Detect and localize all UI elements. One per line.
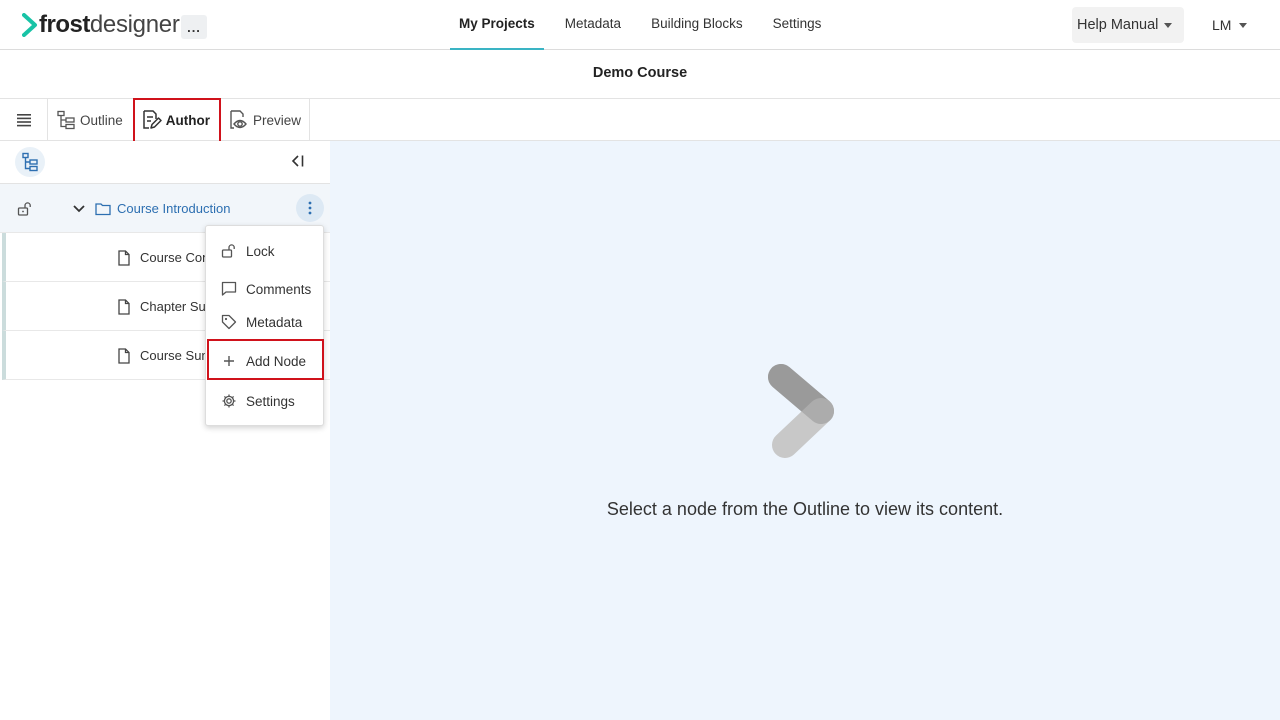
- document-icon: [118, 348, 130, 364]
- outline-node-label[interactable]: Course Sum: [140, 348, 212, 363]
- node-options-button[interactable]: [296, 194, 324, 222]
- caret-down-icon: [1164, 22, 1173, 28]
- menu-item-metadata[interactable]: Metadata: [206, 307, 325, 337]
- outline-panel-header: [0, 141, 330, 184]
- hamburger-menu-button[interactable]: [0, 99, 48, 141]
- collapse-panel-button[interactable]: [290, 153, 306, 174]
- help-manual-label: Help Manual: [1077, 17, 1159, 33]
- nav-metadata[interactable]: Metadata: [556, 0, 630, 50]
- preview-eye-icon: [230, 110, 247, 129]
- course-title: Demo Course: [592, 65, 688, 81]
- user-initials: LM: [1212, 17, 1232, 33]
- frost-logo-mark-icon: [22, 13, 37, 37]
- frost-designer-logo[interactable]: frost designer: [22, 11, 180, 39]
- outline-node-label[interactable]: Course Cont: [140, 250, 213, 265]
- tab-outline[interactable]: Outline: [48, 99, 131, 141]
- menu-item-lock[interactable]: Lock: [206, 236, 325, 266]
- folder-icon: [95, 203, 111, 216]
- tree-view-icon: [22, 152, 38, 172]
- tab-outline-label: Outline: [80, 112, 123, 128]
- author-content-area: Select a node from the Outline to view i…: [330, 141, 1280, 720]
- outline-tree-icon: [57, 110, 75, 130]
- tag-icon: [221, 314, 237, 330]
- gear-icon: [222, 394, 236, 408]
- user-menu-dropdown[interactable]: LM: [1212, 17, 1248, 33]
- collapse-left-icon: [291, 155, 304, 167]
- document-icon: [118, 299, 130, 315]
- nav-settings[interactable]: Settings: [764, 0, 831, 50]
- nav-my-projects[interactable]: My Projects: [450, 0, 544, 50]
- help-manual-dropdown[interactable]: Help Manual: [1072, 7, 1184, 43]
- chevron-down-icon[interactable]: [72, 204, 86, 214]
- course-title-bar: Demo Course: [0, 50, 1280, 99]
- hamburger-icon: [16, 114, 31, 127]
- author-tab-highlight-box: [133, 98, 221, 143]
- menu-item-comments-label: Comments: [246, 281, 312, 297]
- menu-item-settings[interactable]: Settings: [206, 386, 325, 416]
- unlock-icon[interactable]: [17, 201, 33, 217]
- unlock-icon: [221, 244, 235, 258]
- logo-text-light: designer: [89, 11, 180, 38]
- outline-node-label[interactable]: Course Introduction: [117, 201, 230, 216]
- add-node-highlight-box: [207, 339, 324, 380]
- more-options-button[interactable]: ...: [181, 15, 207, 39]
- menu-item-metadata-label: Metadata: [246, 314, 303, 330]
- tree-view-button[interactable]: [15, 147, 45, 177]
- document-icon: [118, 250, 130, 266]
- node-context-menu: Lock Comments Metadata Add Node Settings: [205, 225, 324, 426]
- tab-preview[interactable]: Preview: [219, 99, 309, 141]
- menu-item-settings-label: Settings: [246, 393, 295, 409]
- menu-item-comments[interactable]: Comments: [206, 274, 325, 304]
- tab-preview-label: Preview: [253, 112, 302, 128]
- menu-item-lock-label: Lock: [246, 243, 275, 259]
- frost-placeholder-logo-icon: [768, 364, 834, 458]
- main-nav: My Projects Metadata Building Blocks Set…: [450, 0, 830, 50]
- comment-icon: [221, 281, 237, 296]
- logo-text-bold: frost: [39, 11, 90, 38]
- empty-state-message: Select a node from the Outline to view i…: [606, 499, 1004, 519]
- kebab-menu-icon: [308, 201, 312, 215]
- caret-down-icon: [1239, 22, 1248, 28]
- nav-building-blocks[interactable]: Building Blocks: [642, 0, 752, 50]
- top-navbar: frost designer ... My Projects Metadata …: [0, 0, 1280, 50]
